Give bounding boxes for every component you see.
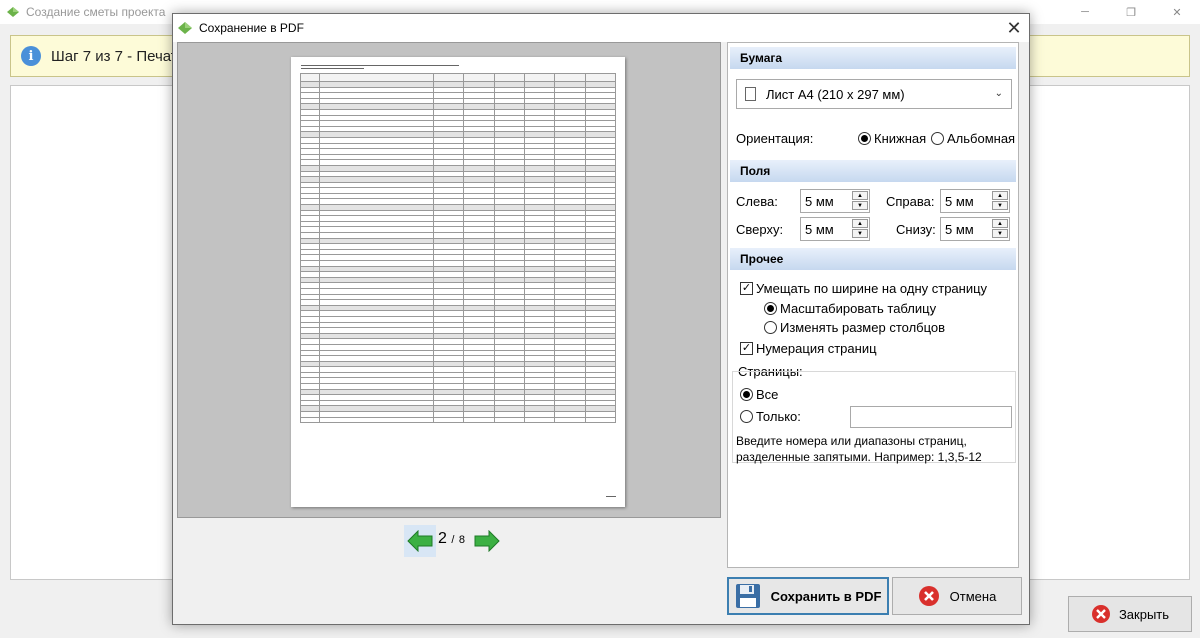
orientation-landscape-label: Альбомная — [947, 131, 1016, 146]
arrow-right-icon — [474, 530, 500, 552]
spin-down-icon[interactable]: ▼ — [992, 201, 1008, 210]
restore-icon[interactable]: ❐ — [1108, 0, 1154, 24]
checkbox-checked-icon: ✓ — [740, 342, 753, 355]
pages-hint: Введите номера или диапазоны страниц, ра… — [736, 434, 982, 464]
settings-panel: Бумага Лист А4 (210 x 297 мм) ⌄ Ориентац… — [727, 42, 1019, 568]
paper-size-dropdown[interactable]: Лист А4 (210 x 297 мм) ⌄ — [736, 79, 1012, 109]
save-pdf-label: Сохранить в PDF — [770, 588, 882, 604]
floppy-disk-icon — [735, 584, 760, 608]
page-preview-panel — [177, 42, 721, 518]
info-icon: i — [21, 46, 41, 66]
margin-left-input[interactable] — [801, 191, 851, 211]
close-icon[interactable]: ✕ — [1154, 0, 1200, 24]
cancel-circle-icon — [1091, 605, 1110, 623]
fit-width-label: Умещать по ширине на одну страницу — [756, 281, 988, 296]
spin-up-icon[interactable]: ▲ — [852, 191, 868, 200]
margin-bottom-input[interactable] — [941, 219, 991, 239]
cancel-circle-icon — [918, 586, 939, 606]
dialog-titlebar: Сохранение в PDF — [173, 14, 1029, 42]
paper-section-header: Бумага — [730, 47, 1016, 69]
radio-unselected-icon — [931, 132, 944, 145]
radio-selected-icon — [858, 132, 871, 145]
spin-down-icon[interactable]: ▼ — [852, 201, 868, 210]
paper-size-value: Лист А4 (210 x 297 мм) — [766, 86, 905, 102]
close-main-label: Закрыть — [1118, 606, 1170, 622]
page-navigation: 2 / 8 — [177, 518, 721, 564]
main-window-controls: ─ ❐ ✕ — [1062, 0, 1200, 24]
minimize-icon[interactable]: ─ — [1062, 0, 1108, 24]
dialog-close-icon[interactable]: ✕ — [999, 14, 1029, 42]
checkbox-checked-icon: ✓ — [740, 282, 753, 295]
total-pages: 8 — [458, 534, 465, 546]
dialog-title: Сохранение в PDF — [199, 21, 304, 35]
page-separator: / — [451, 534, 455, 546]
cancel-button[interactable]: Отмена — [892, 577, 1022, 615]
margin-right-stepper[interactable]: ▲▼ — [940, 189, 1010, 213]
arrow-left-icon — [407, 530, 433, 552]
preview-page — [291, 57, 625, 507]
app-logo-icon — [7, 7, 19, 17]
spin-down-icon[interactable]: ▼ — [992, 229, 1008, 238]
radio-unselected-icon — [764, 321, 777, 334]
margin-top-stepper[interactable]: ▲▼ — [800, 217, 870, 241]
main-window-title: Создание сметы проекта — [26, 5, 166, 19]
orientation-portrait-radio[interactable]: Книжная — [858, 131, 926, 146]
page-indicator: 2 / 8 — [438, 530, 465, 548]
prev-page-button[interactable] — [404, 525, 436, 557]
chevron-down-icon: ⌄ — [994, 88, 1003, 99]
spin-up-icon[interactable]: ▲ — [992, 219, 1008, 228]
spin-up-icon[interactable]: ▲ — [992, 191, 1008, 200]
radio-selected-icon — [764, 302, 777, 315]
pages-all-radio[interactable]: Все — [740, 387, 778, 402]
spin-up-icon[interactable]: ▲ — [852, 219, 868, 228]
save-pdf-button[interactable]: Сохранить в PDF — [727, 577, 889, 615]
radio-selected-icon — [740, 388, 753, 401]
margin-bottom-stepper[interactable]: ▲▼ — [940, 217, 1010, 241]
page-numbering-label: Нумерация страниц — [756, 341, 877, 356]
pages-all-label: Все — [756, 387, 779, 402]
margin-top-label: Сверху: — [736, 222, 784, 237]
scale-table-radio[interactable]: Масштабировать таблицу — [764, 301, 936, 316]
next-page-button[interactable] — [471, 525, 503, 557]
margin-left-stepper[interactable]: ▲▼ — [800, 189, 870, 213]
pages-only-radio[interactable]: Только: — [740, 409, 801, 424]
current-page: 2 — [438, 530, 447, 547]
preview-table-row — [300, 73, 617, 82]
margins-section-header: Поля — [730, 160, 1016, 182]
step-text: Шаг 7 из 7 - Печат — [51, 47, 178, 65]
scale-table-label: Масштабировать таблицу — [780, 301, 937, 316]
orientation-label: Ориентация: — [736, 131, 814, 146]
orientation-portrait-label: Книжная — [874, 131, 927, 146]
fit-width-checkbox[interactable]: ✓ Умещать по ширине на одну страницу — [740, 281, 987, 296]
margin-right-input[interactable] — [941, 191, 991, 211]
margin-top-input[interactable] — [801, 219, 851, 239]
document-icon — [745, 87, 756, 101]
spin-down-icon[interactable]: ▼ — [852, 229, 868, 238]
preview-page-number — [605, 494, 617, 499]
app-logo-icon — [178, 22, 192, 34]
margin-bottom-label: Снизу: — [896, 222, 936, 237]
margin-left-label: Слева: — [736, 194, 778, 209]
save-pdf-dialog: Сохранение в PDF ✕ 2 / 8 Бумага Лист А4 … — [172, 13, 1030, 625]
preview-estimate-table — [300, 73, 617, 424]
margin-right-label: Справа: — [886, 194, 935, 209]
other-section-header: Прочее — [730, 248, 1016, 270]
pages-only-label: Только: — [756, 409, 801, 424]
preview-table-row — [300, 416, 617, 424]
cancel-label: Отмена — [949, 588, 997, 604]
page-numbering-checkbox[interactable]: ✓ Нумерация страниц — [740, 341, 877, 356]
resize-columns-label: Изменять размер столбцов — [780, 320, 946, 335]
radio-unselected-icon — [740, 410, 753, 423]
pages-range-input[interactable] — [850, 406, 1012, 428]
orientation-landscape-radio[interactable]: Альбомная — [931, 131, 1015, 146]
resize-columns-radio[interactable]: Изменять размер столбцов — [764, 320, 945, 335]
close-main-button[interactable]: Закрыть — [1068, 596, 1192, 632]
